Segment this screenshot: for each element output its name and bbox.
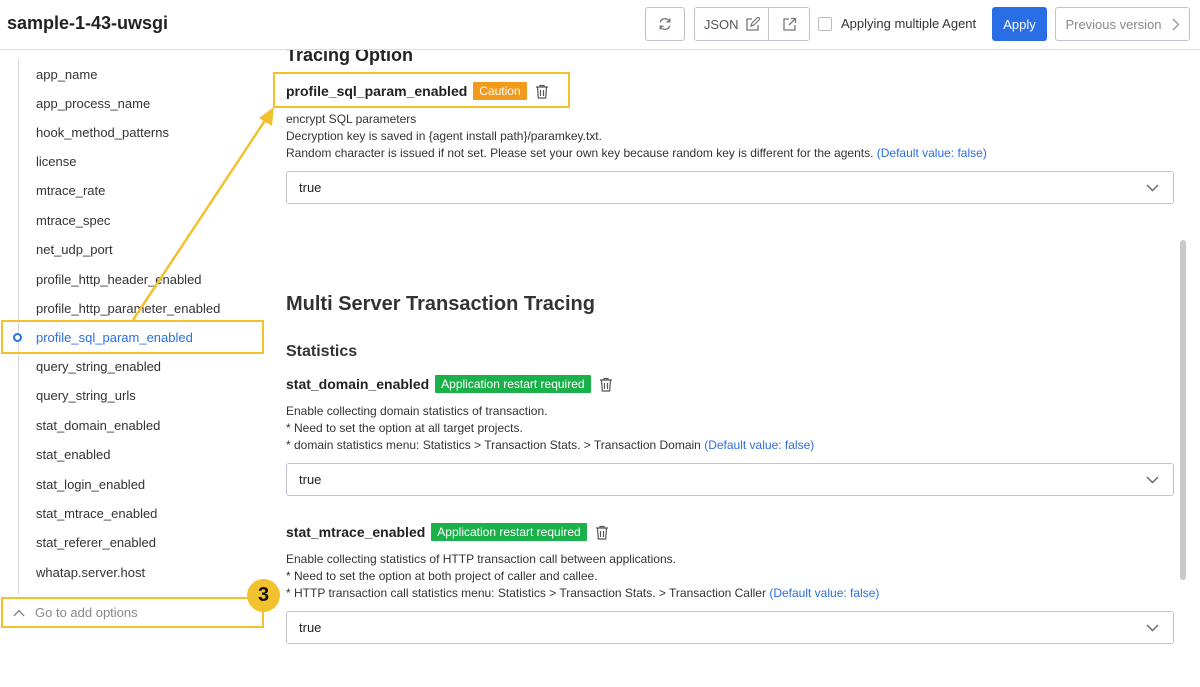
default-value: (Default value: false) (769, 586, 880, 600)
desc-line: Enable collecting domain statistics of t… (286, 404, 548, 418)
sidebar-item-stat-login-enabled[interactable]: stat_login_enabled (36, 477, 145, 492)
open-external-button[interactable] (769, 8, 809, 40)
trash-icon (595, 525, 608, 540)
default-value: (Default value: false) (704, 438, 815, 452)
sidebar-item-hook-method-patterns[interactable]: hook_method_patterns (36, 125, 169, 140)
sidebar-item-stat-enabled[interactable]: stat_enabled (36, 447, 110, 462)
desc-line: Enable collecting statistics of HTTP tra… (286, 552, 676, 566)
refresh-button[interactable] (645, 7, 685, 41)
refresh-icon (659, 17, 671, 31)
select-value: true (299, 472, 322, 487)
external-link-icon (783, 17, 796, 31)
option-header-profile-sql: profile_sql_param_enabled Caution (286, 82, 549, 100)
sidebar-item-profile-http-parameter-enabled[interactable]: profile_http_parameter_enabled (36, 301, 220, 316)
chevron-down-icon (1146, 624, 1159, 631)
option-name: stat_domain_enabled (286, 376, 430, 392)
option-name: profile_sql_param_enabled (286, 83, 468, 99)
delete-option-button[interactable] (599, 377, 613, 392)
edit-icon (745, 16, 760, 31)
desc-line: encrypt SQL parameters (286, 112, 417, 126)
chevron-down-icon (1146, 476, 1159, 483)
stat-mtrace-value-select[interactable]: true (286, 611, 1174, 644)
default-value: (Default value: false) (876, 146, 987, 160)
restart-required-tag: Application restart required (435, 375, 591, 393)
app-title: sample-1-43-uwsgi (7, 13, 169, 33)
chevron-right-icon (1172, 18, 1180, 30)
option-description: Enable collecting domain statistics of t… (286, 403, 814, 454)
sidebar-item-query-string-urls[interactable]: query_string_urls (36, 388, 136, 403)
option-description: Enable collecting statistics of HTTP tra… (286, 551, 879, 602)
caution-tag: Caution (473, 82, 527, 100)
trash-icon (535, 84, 548, 99)
options-content: Tracing Option profile_sql_param_enabled… (273, 45, 1176, 687)
sidebar-item-app-name[interactable]: app_name (36, 67, 97, 82)
sidebar-item-app-process-name[interactable]: app_process_name (36, 96, 150, 111)
desc-line: Decryption key is saved in {agent instal… (286, 129, 602, 143)
desc-text: Random character is issued if not set. P… (286, 146, 874, 160)
select-value: true (299, 620, 322, 635)
multi-agent-checkbox[interactable] (818, 16, 832, 31)
json-button-group: JSON (694, 7, 810, 41)
restart-required-tag: Application restart required (431, 523, 587, 541)
sidebar-item-mtrace-spec[interactable]: mtrace_spec (36, 213, 110, 228)
top-bar: sample-1-43-uwsgi JSON Applying multiple… (0, 0, 1200, 50)
sidebar-item-stat-domain-enabled[interactable]: stat_domain_enabled (36, 418, 160, 433)
json-edit-button[interactable]: JSON (695, 8, 770, 40)
sub-section-title: Statistics (286, 343, 358, 360)
multi-agent-label: Applying multiple Agent (841, 16, 977, 31)
chevron-down-icon (1146, 184, 1159, 191)
option-description: encrypt SQL parameters Decryption key is… (286, 111, 987, 162)
desc-line: * HTTP transaction call statistics menu:… (286, 585, 879, 602)
desc-line: * Need to set the option at all target p… (286, 421, 523, 435)
option-header-stat-mtrace: stat_mtrace_enabled Application restart … (286, 523, 609, 541)
add-options-label: Go to add options (35, 605, 138, 620)
apply-button[interactable]: Apply (992, 7, 1047, 41)
desc-line: * Need to set the option at both project… (286, 569, 598, 583)
active-indicator-icon (13, 333, 22, 342)
sidebar-item-profile-http-header-enabled[interactable]: profile_http_header_enabled (36, 272, 202, 287)
sidebar-item-net-udp-port[interactable]: net_udp_port (36, 242, 113, 257)
sidebar-item-whatap-server-host[interactable]: whatap.server.host (36, 565, 145, 580)
sidebar-item-profile-sql-param-enabled[interactable]: profile_sql_param_enabled (36, 330, 193, 345)
desc-text: * domain statistics menu: Statistics > T… (286, 438, 701, 452)
desc-text: * HTTP transaction call statistics menu:… (286, 586, 766, 600)
desc-line: Random character is issued if not set. P… (286, 145, 987, 162)
stat-domain-value-select[interactable]: true (286, 463, 1174, 496)
option-name: stat_mtrace_enabled (286, 524, 426, 540)
sidebar-item-license[interactable]: license (36, 154, 76, 169)
chevron-up-icon (13, 608, 25, 616)
previous-version-label: Previous version (1065, 16, 1162, 32)
sidebar-item-mtrace-rate[interactable]: mtrace_rate (36, 183, 105, 198)
multi-agent-toggle[interactable]: Applying multiple Agent (818, 16, 976, 31)
section-title: Multi Server Transaction Tracing (286, 293, 595, 315)
sidebar-item-stat-referer-enabled[interactable]: stat_referer_enabled (36, 535, 156, 550)
profile-sql-value-select[interactable]: true (286, 171, 1174, 204)
previous-version-button[interactable]: Previous version (1055, 7, 1190, 41)
select-value: true (299, 180, 322, 195)
step-number-badge: 3 (247, 579, 280, 612)
sidebar-item-query-string-enabled[interactable]: query_string_enabled (36, 359, 161, 374)
trash-icon (599, 377, 612, 392)
content-scrollbar[interactable] (1180, 240, 1186, 580)
go-to-add-options-button[interactable]: Go to add options (1, 597, 264, 628)
option-header-stat-domain: stat_domain_enabled Application restart … (286, 375, 613, 393)
delete-option-button[interactable] (535, 84, 549, 99)
delete-option-button[interactable] (595, 525, 609, 540)
json-label: JSON (703, 16, 739, 32)
sidebar-item-stat-mtrace-enabled[interactable]: stat_mtrace_enabled (36, 506, 157, 521)
options-sidebar: app_name app_process_name hook_method_pa… (0, 51, 280, 687)
desc-line: * domain statistics menu: Statistics > T… (286, 437, 814, 454)
